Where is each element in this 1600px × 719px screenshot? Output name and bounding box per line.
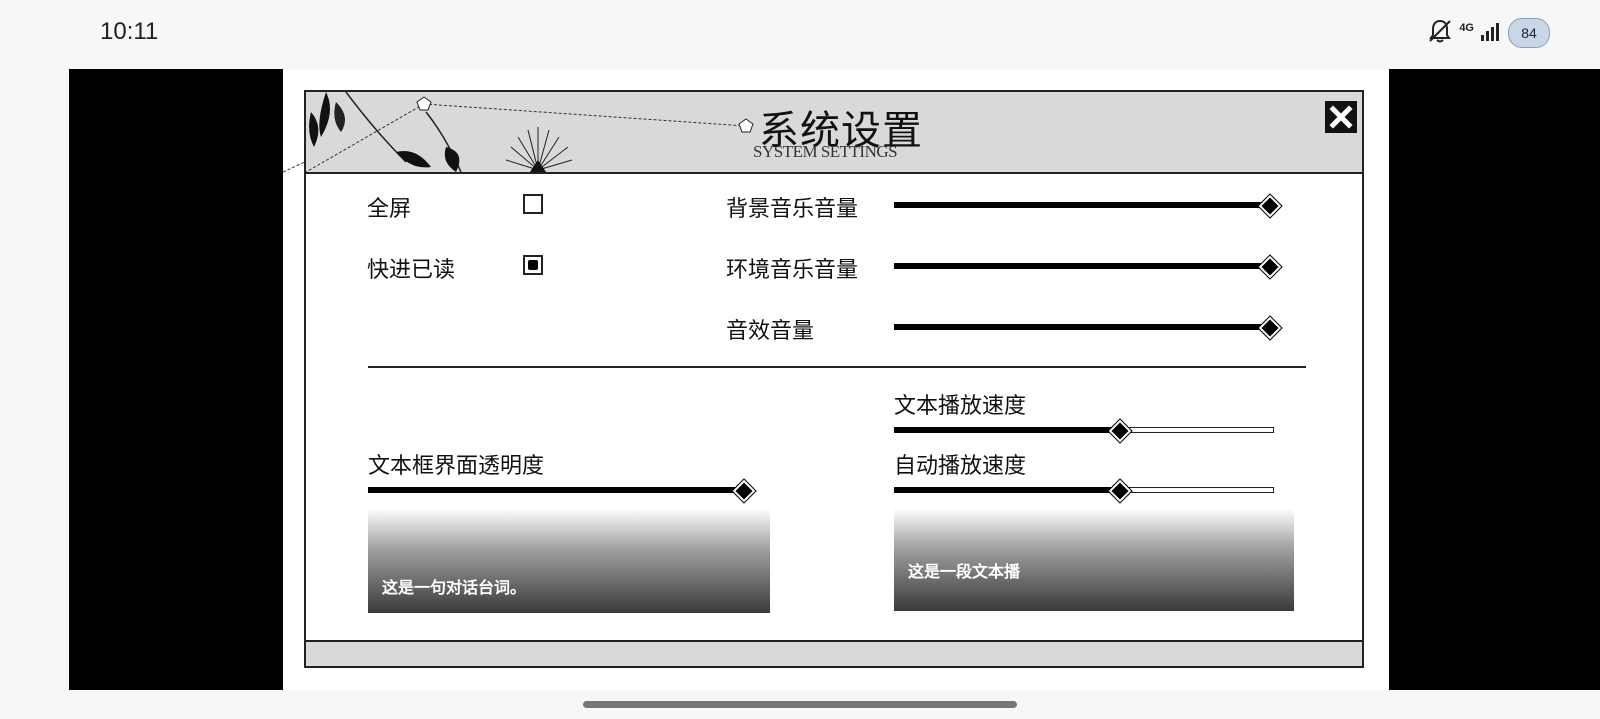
skip-read-label: 快进已读 <box>367 258 456 283</box>
slider-fill <box>894 263 1270 269</box>
text-box-opacity-label: 文本框界面透明度 <box>368 454 545 479</box>
letterbox-right <box>1389 69 1600 690</box>
text-speed-label: 文本播放速度 <box>894 394 1027 419</box>
signal-icon <box>1480 21 1502 45</box>
slider-fill <box>894 427 1120 433</box>
bgm-volume-slider[interactable] <box>894 193 1283 219</box>
home-indicator[interactable] <box>583 701 1017 708</box>
sfx-volume-label: 音效音量 <box>726 319 815 344</box>
slider-fill <box>894 324 1270 330</box>
sfx-volume-slider[interactable] <box>894 315 1283 341</box>
dialog-header: 系统设置 SYSTEM SETTINGS <box>306 92 1362 174</box>
slider-fill <box>894 487 1120 493</box>
bgm-volume-label: 背景音乐音量 <box>726 197 859 222</box>
network-type: 4G <box>1459 22 1474 34</box>
dialogue-preview-box: 这是一句对话台词。 <box>368 508 770 613</box>
text-speed-slider[interactable] <box>894 418 1274 444</box>
slider-thumb[interactable] <box>1257 315 1283 341</box>
skip-read-checkbox[interactable] <box>523 255 543 275</box>
slider-thumb[interactable] <box>1106 478 1133 504</box>
battery-icon: 84 <box>1508 18 1550 48</box>
fullscreen-checkbox[interactable] <box>523 194 543 214</box>
section-divider <box>368 366 1306 368</box>
status-bar: 10:11 4G 84 <box>0 0 1600 69</box>
text-speed-preview-text: 这是一段文本播 <box>908 562 1021 581</box>
bell-muted-icon <box>1427 18 1453 48</box>
fullscreen-label: 全屏 <box>367 197 412 222</box>
auto-speed-slider[interactable] <box>894 478 1274 504</box>
settings-dialog: 系统设置 SYSTEM SETTINGS 全屏 快进已读 背景音乐音量 环境音乐… <box>304 90 1364 668</box>
letterbox-left <box>69 69 283 690</box>
slider-thumb[interactable] <box>1257 254 1283 280</box>
slider-thumb[interactable] <box>1106 418 1133 444</box>
game-area: 系统设置 SYSTEM SETTINGS 全屏 快进已读 背景音乐音量 环境音乐… <box>283 69 1389 690</box>
text-box-opacity-slider[interactable] <box>368 478 757 504</box>
text-speed-preview-box: 这是一段文本播 <box>894 508 1294 611</box>
dialogue-preview-text: 这是一句对话台词。 <box>382 578 527 597</box>
slider-fill <box>368 487 744 493</box>
status-icons: 4G 84 <box>1427 18 1550 48</box>
clock: 10:11 <box>100 18 159 45</box>
slider-thumb[interactable] <box>1257 193 1283 219</box>
ambient-volume-label: 环境音乐音量 <box>726 258 859 283</box>
slider-thumb[interactable] <box>731 478 757 504</box>
auto-speed-label: 自动播放速度 <box>894 454 1027 479</box>
close-button[interactable] <box>1325 101 1357 133</box>
close-icon <box>1329 105 1353 129</box>
slider-fill <box>894 202 1270 208</box>
ambient-volume-slider[interactable] <box>894 254 1283 280</box>
dialog-subtitle: SYSTEM SETTINGS <box>753 142 898 161</box>
dialog-footer <box>306 640 1362 666</box>
